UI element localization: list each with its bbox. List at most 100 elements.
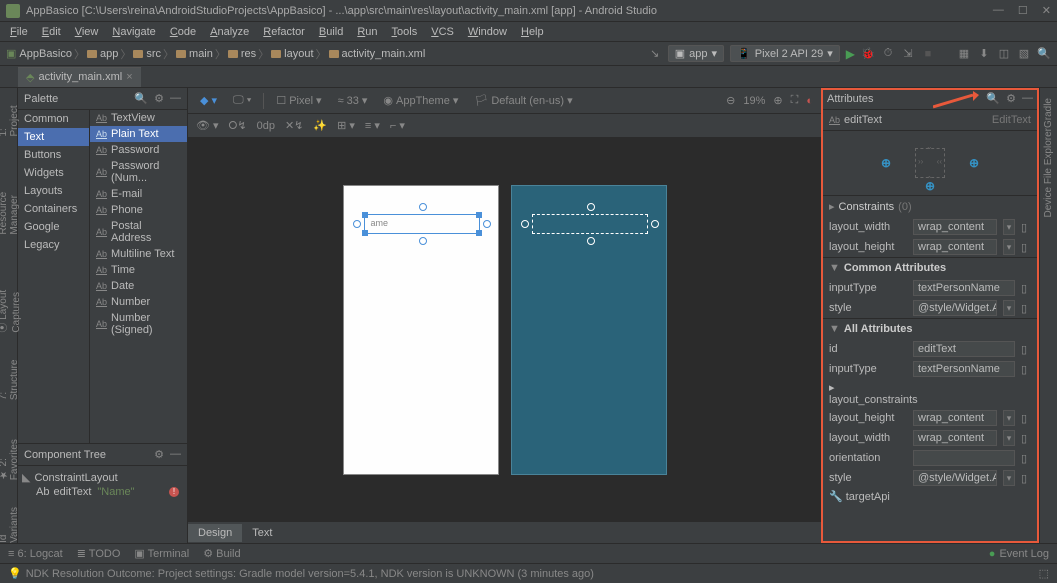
attr-row-inputType[interactable]: inputTypetextPersonName▯: [821, 359, 1039, 379]
selected-edittext-blueprint[interactable]: [532, 214, 648, 234]
attr-hide-icon[interactable]: —: [1022, 92, 1033, 105]
palette-cat-legacy[interactable]: Legacy: [18, 236, 89, 254]
attr-row-layout_height[interactable]: layout_heightwrap_content▾▯: [821, 237, 1039, 257]
attr-gear-icon[interactable]: ⚙: [1006, 92, 1016, 105]
event-log-button[interactable]: ● Event Log: [989, 548, 1049, 560]
attr-search-icon[interactable]: 🔍: [986, 92, 1000, 105]
device-select[interactable]: ☐ Pixel ▾: [272, 93, 325, 108]
attr-row-inputType[interactable]: inputTypetextPersonName▯: [821, 278, 1039, 298]
attr-row-id[interactable]: ideditText▯: [821, 339, 1039, 359]
close-tab-icon[interactable]: ×: [126, 71, 132, 83]
theme-select[interactable]: ◉ AppTheme ▾: [379, 93, 462, 108]
crumb-5[interactable]: layout: [271, 48, 313, 60]
design-preview[interactable]: ame: [343, 185, 499, 475]
palette-item[interactable]: Ab Phone: [90, 202, 187, 218]
attach-icon[interactable]: ⇲: [901, 47, 915, 61]
palette-item[interactable]: Ab Plain Text: [90, 126, 187, 142]
view-mode-icon[interactable]: ◆ ▾: [196, 93, 221, 108]
clear-constraints-icon[interactable]: ✕↯: [285, 119, 303, 132]
palette-cat-text[interactable]: Text: [18, 128, 89, 146]
sdk-icon[interactable]: ⬇: [977, 47, 991, 61]
palette-cat-common[interactable]: Common: [18, 110, 89, 128]
crumb-6[interactable]: activity_main.xml: [329, 48, 426, 60]
attr-row-orientation[interactable]: orientation▯: [821, 448, 1039, 468]
menu-vcs[interactable]: VCS: [425, 24, 460, 40]
tree-hide-icon[interactable]: —: [170, 448, 181, 461]
tree-child-edittext[interactable]: Ab editText "Name" !: [36, 485, 183, 499]
attr-row-layout_width[interactable]: layout_widthwrap_content▾▯: [821, 217, 1039, 237]
crumb-4[interactable]: res: [228, 48, 256, 60]
palette-cat-google[interactable]: Google: [18, 218, 89, 236]
menu-tools[interactable]: Tools: [386, 24, 424, 40]
pack-icon[interactable]: ⊞ ▾: [337, 119, 355, 132]
tree-root[interactable]: ◣ ConstraintLayout: [22, 470, 183, 485]
eye-icon[interactable]: 👁 ▾: [196, 119, 219, 132]
margin-select[interactable]: 0dp: [257, 120, 275, 132]
left-strip-item[interactable]: 7: Structure: [0, 353, 20, 400]
sync-icon[interactable]: ↘: [648, 47, 662, 61]
autoconnect-icon[interactable]: ⭘↯: [229, 119, 247, 133]
run-config-combo[interactable]: ▣ app ▾: [668, 45, 724, 62]
warnings-icon[interactable]: ◐: [806, 95, 813, 107]
palette-item[interactable]: Ab Number (Signed): [90, 310, 187, 338]
palette-cat-buttons[interactable]: Buttons: [18, 146, 89, 164]
palette-cat-layouts[interactable]: Layouts: [18, 182, 89, 200]
palette-item[interactable]: Ab Password (Num...: [90, 158, 187, 186]
crumb-2[interactable]: src: [133, 48, 161, 60]
palette-item[interactable]: Ab Multiline Text: [90, 246, 187, 262]
palette-item[interactable]: Ab E-mail: [90, 186, 187, 202]
left-strip-item[interactable]: Resource Manager: [0, 157, 20, 235]
design-tab-text[interactable]: Text: [242, 524, 282, 542]
left-strip-item[interactable]: ★ 2: Favorites: [0, 420, 20, 480]
constraints-section[interactable]: ▸Constraints (0): [821, 195, 1039, 217]
right-strip-item[interactable]: Device File Explorer: [1043, 128, 1054, 217]
infer-icon[interactable]: ✨: [313, 119, 327, 132]
zoom-out-icon[interactable]: ⊖: [726, 94, 735, 107]
profile-icon[interactable]: ⏱: [881, 47, 895, 61]
attr-row-style[interactable]: style@style/Widget.App▾▯: [821, 298, 1039, 318]
menu-refactor[interactable]: Refactor: [257, 24, 311, 40]
menu-run[interactable]: Run: [351, 24, 383, 40]
palette-item[interactable]: Ab TextView: [90, 110, 187, 126]
palette-item[interactable]: Ab Number: [90, 294, 187, 310]
close-button[interactable]: ✕: [1042, 4, 1051, 17]
maximize-button[interactable]: ☐: [1018, 4, 1028, 17]
bottom-terminal[interactable]: ▣ Terminal: [134, 547, 189, 560]
bottom-todo[interactable]: ≣ TODO: [77, 547, 121, 560]
avd-icon[interactable]: ▦: [957, 47, 971, 61]
orientation-icon[interactable]: 🖵 ▾: [229, 93, 255, 108]
palette-hide-icon[interactable]: —: [170, 92, 181, 105]
menu-analyze[interactable]: Analyze: [204, 24, 255, 40]
attr-row-layout_width[interactable]: layout_widthwrap_content▾▯: [821, 428, 1039, 448]
menu-code[interactable]: Code: [164, 24, 202, 40]
align-icon[interactable]: ≡ ▾: [365, 119, 380, 132]
search-icon[interactable]: 🔍: [1037, 47, 1051, 61]
constraint-widget[interactable]: ⊕ ⌄ ⌃ ›› ‹‹ ⊕ ⊕: [821, 131, 1039, 195]
menu-help[interactable]: Help: [515, 24, 550, 40]
fit-icon[interactable]: ⛶: [791, 94, 799, 107]
palette-gear-icon[interactable]: ⚙: [154, 92, 164, 105]
locale-select[interactable]: 🏳 Default (en-us) ▾: [470, 93, 576, 108]
debug-icon[interactable]: 🐞: [861, 47, 875, 61]
selected-edittext-design[interactable]: ame: [364, 214, 480, 234]
tab-activity-main[interactable]: ⬘ activity_main.xml ×: [18, 67, 141, 87]
attr-row-layout_constraints[interactable]: ▸ layout_constraints: [821, 379, 1039, 408]
bottom-logcat[interactable]: ≡ 6: Logcat: [8, 548, 63, 560]
tree-gear-icon[interactable]: ⚙: [154, 448, 164, 461]
all-attrs-section[interactable]: ▼All Attributes: [821, 318, 1039, 339]
device-combo[interactable]: 📱 Pixel 2 API 29 ▾: [730, 45, 840, 62]
guideline-icon[interactable]: ⌐ ▾: [390, 119, 405, 132]
error-badge-icon[interactable]: !: [169, 487, 179, 497]
palette-item[interactable]: Ab Date: [90, 278, 187, 294]
canvas[interactable]: ame: [188, 138, 821, 521]
stop-icon[interactable]: ■: [921, 47, 935, 61]
menu-edit[interactable]: Edit: [36, 24, 67, 40]
left-strip-item[interactable]: 1: Project: [0, 98, 20, 137]
menu-build[interactable]: Build: [313, 24, 349, 40]
blueprint-preview[interactable]: [511, 185, 667, 475]
layout-inspector-icon[interactable]: ◫: [997, 47, 1011, 61]
menu-window[interactable]: Window: [462, 24, 513, 40]
palette-item[interactable]: Ab Password: [90, 142, 187, 158]
palette-cat-containers[interactable]: Containers: [18, 200, 89, 218]
palette-item[interactable]: Ab Postal Address: [90, 218, 187, 246]
